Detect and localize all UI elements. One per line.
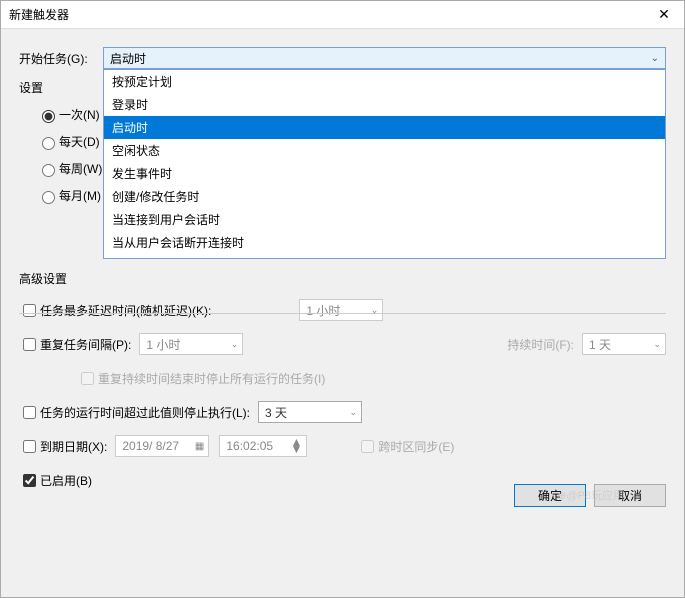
- radio-daily[interactable]: [42, 137, 55, 150]
- stop-after-checkbox[interactable]: [23, 406, 36, 419]
- sync-timezone2-checkbox: [361, 440, 374, 453]
- stop-after-select[interactable]: 3 天 ⌄: [258, 401, 362, 423]
- close-icon: ✕: [658, 6, 670, 23]
- repeat-label: 重复任务间隔(P):: [40, 336, 131, 353]
- dropdown-option[interactable]: 创建/修改任务时: [104, 185, 665, 208]
- dialog-window: 新建触发器 ✕ 开始任务(G): 启动时 ⌄ 按预定计划 登录时 启动时 空闲状…: [0, 0, 685, 598]
- sync-timezone2-label: 跨时区同步(E): [378, 438, 454, 455]
- calendar-icon: ▦: [195, 441, 204, 452]
- dropdown-option[interactable]: 发生事件时: [104, 162, 665, 185]
- combo-value: 启动时: [110, 50, 146, 67]
- dropdown-option[interactable]: 当从用户会话断开连接时: [104, 231, 665, 254]
- enabled-checkbox[interactable]: [23, 474, 36, 487]
- delay-select[interactable]: 1 小时 ⌄: [299, 299, 383, 321]
- chevron-down-icon: ⌄: [349, 407, 357, 418]
- spinner-icon: ▲▼: [290, 439, 302, 453]
- radio-once[interactable]: [42, 110, 55, 123]
- dropdown-option[interactable]: 按预定计划: [104, 70, 665, 93]
- repeat-checkbox[interactable]: [23, 338, 36, 351]
- expire-checkbox[interactable]: [23, 440, 36, 453]
- start-task-label: 开始任务(G):: [19, 50, 103, 67]
- chevron-down-icon: ⌄: [651, 53, 659, 64]
- cancel-button[interactable]: 取消: [594, 484, 666, 507]
- radio-monthly-label: 每月(M): [59, 187, 101, 204]
- chevron-down-icon: ⌄: [231, 339, 239, 350]
- expire-date-picker[interactable]: 2019/ 8/27 ▦: [115, 435, 209, 457]
- window-title: 新建触发器: [9, 6, 69, 23]
- radio-monthly[interactable]: [42, 191, 55, 204]
- stop-all-checkbox: [81, 372, 94, 385]
- start-task-combo[interactable]: 启动时 ⌄ 按预定计划 登录时 启动时 空闲状态 发生事件时 创建/修改任务时 …: [103, 47, 666, 69]
- repeat-interval-select[interactable]: 1 小时 ⌄: [139, 333, 243, 355]
- dropdown-option[interactable]: 当连接到用户会话时: [104, 208, 665, 231]
- radio-weekly-label: 每周(W): [59, 160, 102, 177]
- ok-button[interactable]: 确定: [514, 484, 586, 507]
- delay-label: 任务最多延迟时间(随机延迟)(K):: [40, 302, 211, 319]
- dropdown-option[interactable]: 空闲状态: [104, 139, 665, 162]
- expire-time-picker[interactable]: 16:02:05 ▲▼: [219, 435, 307, 457]
- divider: [19, 313, 666, 314]
- close-button[interactable]: ✕: [644, 1, 684, 29]
- radio-once-label: 一次(N): [59, 106, 100, 123]
- titlebar: 新建触发器 ✕: [1, 1, 684, 29]
- stop-after-label: 任务的运行时间超过此值则停止执行(L):: [40, 404, 250, 421]
- dropdown-option[interactable]: 登录时: [104, 93, 665, 116]
- expire-label: 到期日期(X):: [40, 438, 107, 455]
- chevron-down-icon: ⌄: [653, 339, 661, 350]
- duration-label: 持续时间(F):: [507, 336, 574, 353]
- dropdown-option[interactable]: 工作站锁定时: [104, 254, 665, 258]
- enabled-label: 已启用(B): [40, 472, 92, 489]
- delay-checkbox[interactable]: [23, 304, 36, 317]
- radio-daily-label: 每天(D): [59, 133, 100, 150]
- radio-weekly[interactable]: [42, 164, 55, 177]
- dropdown-option[interactable]: 启动时: [104, 116, 665, 139]
- duration-select[interactable]: 1 天 ⌄: [582, 333, 666, 355]
- stop-all-label: 重复持续时间结束时停止所有运行的任务(I): [98, 370, 325, 387]
- advanced-settings-label: 高级设置: [19, 270, 666, 287]
- start-task-dropdown: 按预定计划 登录时 启动时 空闲状态 发生事件时 创建/修改任务时 当连接到用户…: [103, 69, 666, 259]
